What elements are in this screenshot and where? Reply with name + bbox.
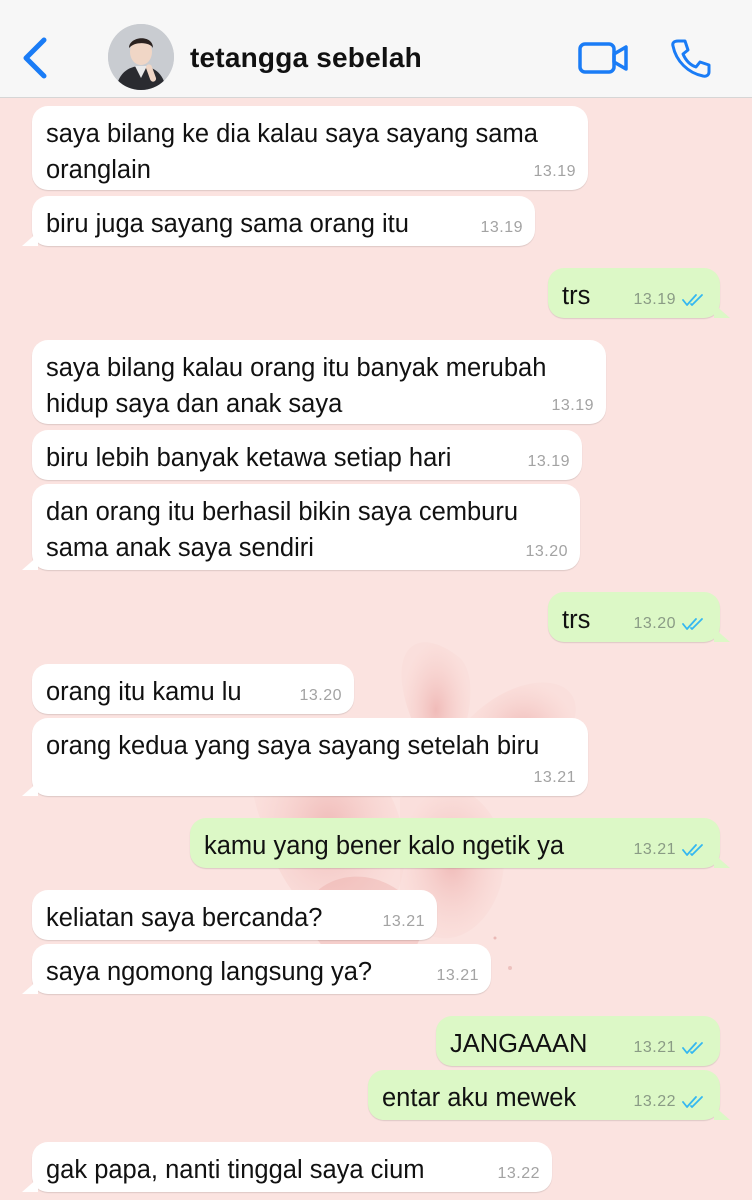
incoming-message[interactable]: dan orang itu berhasil bikin saya cembur… bbox=[22, 484, 580, 570]
outgoing-message[interactable]: trs 13.19 bbox=[548, 268, 730, 318]
message-timestamp: 13.21 bbox=[633, 841, 676, 858]
message-timestamp: 13.19 bbox=[533, 163, 576, 180]
incoming-message[interactable]: saya bilang kalau orang itu banyak merub… bbox=[32, 340, 606, 424]
message-timestamp: 13.21 bbox=[533, 769, 576, 786]
message-text: saya bilang ke dia kalau saya sayang sam… bbox=[46, 120, 538, 184]
message-text: dan orang itu berhasil bikin saya cembur… bbox=[46, 498, 519, 562]
message-timestamp: 13.19 bbox=[480, 219, 523, 236]
contact-avatar[interactable] bbox=[108, 24, 174, 90]
outgoing-message[interactable]: kamu yang bener kalo ngetik ya 13.21 bbox=[190, 818, 730, 868]
avatar-photo bbox=[108, 24, 174, 90]
message-text: entar aku mewek bbox=[382, 1084, 577, 1112]
incoming-message[interactable]: biru lebih banyak ketawa setiap hari 13.1… bbox=[32, 430, 582, 480]
read-receipt-icon bbox=[682, 1096, 703, 1108]
message-text: gak papa, nanti tinggal saya cium bbox=[46, 1156, 425, 1184]
read-receipt-icon bbox=[682, 294, 703, 306]
chat-header: tetangga sebelah bbox=[0, 0, 752, 98]
message-timestamp: 13.21 bbox=[382, 913, 425, 930]
message-timestamp: 13.22 bbox=[633, 1093, 676, 1110]
message-text: saya ngomong langsung ya? bbox=[46, 958, 373, 986]
message-timestamp: 13.19 bbox=[551, 397, 594, 414]
incoming-message[interactable]: saya bilang ke dia kalau saya sayang sam… bbox=[32, 106, 588, 190]
message-timestamp: 13.20 bbox=[633, 615, 676, 632]
video-camera-icon bbox=[578, 42, 628, 74]
message-text: JANGAAAN bbox=[450, 1030, 588, 1058]
read-receipt-icon bbox=[682, 844, 703, 856]
incoming-message[interactable]: keliatan saya bercanda? 13.21 bbox=[32, 890, 437, 940]
message-timestamp: 13.21 bbox=[436, 967, 479, 984]
chevron-left-icon bbox=[23, 37, 47, 79]
incoming-message[interactable]: saya ngomong langsung ya? 13.21 bbox=[22, 944, 491, 994]
outgoing-message[interactable]: JANGAAAN 13.21 bbox=[436, 1016, 720, 1066]
message-text: orang itu kamu lu bbox=[46, 678, 242, 706]
voice-call-button[interactable] bbox=[668, 36, 712, 80]
message-text: biru lebih banyak ketawa setiap hari bbox=[46, 444, 452, 472]
message-text: saya bilang kalau orang itu banyak merub… bbox=[46, 354, 547, 418]
message-text: keliatan saya bercanda? bbox=[46, 904, 323, 932]
read-receipt-icon bbox=[682, 618, 703, 630]
incoming-message[interactable]: biru juga sayang sama orang itu 13.19 bbox=[22, 196, 535, 246]
message-text: trs bbox=[562, 606, 591, 634]
message-timestamp: 13.19 bbox=[527, 453, 570, 470]
message-timestamp: 13.20 bbox=[299, 687, 342, 704]
back-button[interactable] bbox=[14, 34, 54, 82]
message-text: biru juga sayang sama orang itu bbox=[46, 210, 409, 238]
incoming-message[interactable]: orang kedua yang saya sayang setelah bir… bbox=[22, 718, 588, 796]
incoming-message[interactable]: gak papa, nanti tinggal saya cium 13.22 bbox=[22, 1142, 552, 1192]
contact-name[interactable]: tetangga sebelah bbox=[190, 42, 422, 74]
message-timestamp: 13.20 bbox=[525, 543, 568, 560]
phone-icon bbox=[671, 39, 711, 78]
message-text: trs bbox=[562, 282, 591, 310]
message-timestamp: 13.19 bbox=[633, 291, 676, 308]
message-text: orang kedua yang saya sayang setelah bir… bbox=[46, 732, 540, 760]
message-timestamp: 13.21 bbox=[633, 1039, 676, 1056]
outgoing-message[interactable]: entar aku mewek 13.22 bbox=[368, 1070, 730, 1120]
incoming-message[interactable]: orang itu kamu lu 13.20 bbox=[32, 664, 354, 714]
message-timestamp: 13.22 bbox=[497, 1165, 540, 1182]
read-receipt-icon bbox=[682, 1042, 703, 1054]
video-call-button[interactable] bbox=[576, 38, 630, 78]
chat-area[interactable]: saya bilang ke dia kalau saya sayang sam… bbox=[0, 98, 752, 1200]
outgoing-message[interactable]: trs 13.20 bbox=[548, 592, 730, 642]
message-text: kamu yang bener kalo ngetik ya bbox=[204, 832, 565, 860]
